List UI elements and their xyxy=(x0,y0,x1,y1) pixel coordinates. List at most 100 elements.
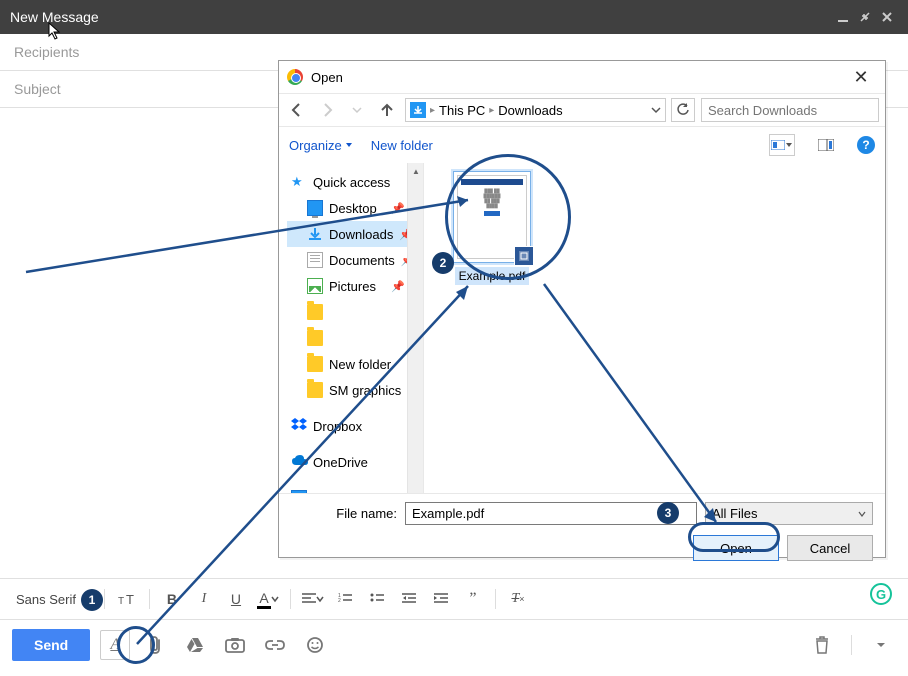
close-button[interactable] xyxy=(876,6,898,28)
underline-button[interactable]: U xyxy=(222,585,250,613)
italic-button[interactable]: I xyxy=(190,585,218,613)
downloads-drive-icon xyxy=(410,102,426,118)
file-list[interactable]: ███ ██████████ ███████ Example.pdf xyxy=(424,163,885,493)
discard-draft-button[interactable] xyxy=(807,630,837,660)
onedrive-icon xyxy=(291,454,307,470)
tree-this-pc[interactable]: This PC xyxy=(287,485,423,493)
annotation-badge-1: 1 xyxy=(81,589,103,611)
annotation-badge-2: 2 xyxy=(432,252,454,274)
open-file-dialog: Open ✕ ▸ This PC ▸ Downloads Organize Ne… xyxy=(278,60,886,558)
view-mode-button[interactable] xyxy=(769,134,795,156)
minimize-button[interactable] xyxy=(832,6,854,28)
nav-back-button[interactable] xyxy=(285,98,309,122)
file-name-label: File name: xyxy=(291,506,397,521)
insert-link-button[interactable] xyxy=(260,630,290,660)
search-box[interactable] xyxy=(701,98,879,122)
tree-folder-1[interactable] xyxy=(287,299,423,325)
send-row: Send A xyxy=(0,620,908,670)
tree-dropbox[interactable]: Dropbox xyxy=(287,413,423,439)
help-button[interactable]: ? xyxy=(857,136,875,154)
dropbox-icon xyxy=(291,418,307,434)
dialog-nav: ▸ This PC ▸ Downloads xyxy=(279,93,885,127)
file-type-select[interactable]: All Files xyxy=(705,502,873,525)
attach-file-button[interactable] xyxy=(140,630,170,660)
nav-forward-button[interactable] xyxy=(315,98,339,122)
breadcrumb-downloads[interactable]: Downloads xyxy=(498,103,562,118)
new-folder-button[interactable]: New folder xyxy=(371,138,433,153)
tree-new-folder[interactable]: New folder xyxy=(287,351,423,377)
more-options-button[interactable] xyxy=(866,630,896,660)
remove-formatting-button[interactable]: T× xyxy=(504,585,532,613)
star-icon: ★ xyxy=(291,174,307,190)
pin-icon: 📌 xyxy=(391,280,405,293)
bold-button[interactable]: B xyxy=(158,585,186,613)
pdf-badge-icon xyxy=(514,246,534,266)
tree-scrollbar[interactable]: ▲ xyxy=(407,163,423,493)
tree-documents[interactable]: Documents📌 xyxy=(287,247,423,273)
nav-recent-button[interactable] xyxy=(345,98,369,122)
compose-titlebar: New Message xyxy=(0,0,908,34)
pin-icon: 📌 xyxy=(391,202,405,215)
dialog-close-button[interactable]: ✕ xyxy=(845,67,877,88)
file-label: Example.pdf xyxy=(455,267,530,285)
tree-onedrive[interactable]: OneDrive xyxy=(287,449,423,475)
svg-text:T: T xyxy=(118,596,124,606)
chevron-down-icon xyxy=(316,595,324,603)
folder-icon xyxy=(307,304,323,320)
font-size-button[interactable]: TT xyxy=(113,585,141,613)
cursor-icon xyxy=(48,22,62,40)
refresh-button[interactable] xyxy=(671,98,695,122)
file-name-input[interactable] xyxy=(405,502,697,525)
numbered-list-button[interactable]: 12 xyxy=(331,585,359,613)
text-color-button[interactable]: A xyxy=(254,585,282,613)
folder-tree: ★Quick access Desktop📌 Downloads📌 Docume… xyxy=(279,163,424,493)
folder-icon xyxy=(307,356,323,372)
send-button[interactable]: Send xyxy=(12,629,90,661)
svg-text:T: T xyxy=(126,592,134,606)
breadcrumb-this-pc[interactable]: This PC xyxy=(439,103,485,118)
file-example-pdf[interactable]: ███ ██████████ ███████ Example.pdf xyxy=(446,171,538,285)
folder-icon xyxy=(307,382,323,398)
tree-downloads[interactable]: Downloads📌 xyxy=(287,221,423,247)
formatting-toggle-button[interactable]: A xyxy=(100,630,130,660)
tree-quick-access[interactable]: ★Quick access xyxy=(287,169,423,195)
open-button[interactable]: Open xyxy=(693,535,779,561)
pictures-icon xyxy=(307,278,323,294)
downloads-icon xyxy=(307,226,323,242)
chevron-right-icon: ▸ xyxy=(430,105,435,116)
grammarly-icon[interactable]: G xyxy=(870,583,892,605)
indent-more-button[interactable] xyxy=(427,585,455,613)
folder-icon xyxy=(307,330,323,346)
monitor-icon xyxy=(291,490,307,493)
chrome-icon xyxy=(287,69,303,85)
nav-up-button[interactable] xyxy=(375,98,399,122)
dialog-titlebar: Open ✕ xyxy=(279,61,885,93)
dialog-toolbar: Organize New folder ? xyxy=(279,127,885,163)
indent-less-button[interactable] xyxy=(395,585,423,613)
insert-emoji-button[interactable] xyxy=(300,630,330,660)
svg-text:2: 2 xyxy=(338,598,341,604)
preview-pane-button[interactable] xyxy=(813,134,839,156)
insert-photo-button[interactable] xyxy=(220,630,250,660)
tree-sm-graphics[interactable]: SM graphics xyxy=(287,377,423,403)
tree-folder-2[interactable] xyxy=(287,325,423,351)
search-input[interactable] xyxy=(708,103,884,118)
popout-button[interactable] xyxy=(854,6,876,28)
tree-desktop[interactable]: Desktop📌 xyxy=(287,195,423,221)
align-button[interactable] xyxy=(299,585,327,613)
cancel-button[interactable]: Cancel xyxy=(787,535,873,561)
documents-icon xyxy=(307,252,323,268)
bulleted-list-button[interactable] xyxy=(363,585,391,613)
quote-button[interactable]: ” xyxy=(459,585,487,613)
tree-pictures[interactable]: Pictures📌 xyxy=(287,273,423,299)
formatting-toolbar: Sans Serif TT B I U A 12 ” T× G xyxy=(0,578,908,620)
dialog-footer: File name: All Files Open Cancel xyxy=(279,493,885,573)
breadcrumb[interactable]: ▸ This PC ▸ Downloads xyxy=(405,98,666,122)
desktop-icon xyxy=(307,200,323,216)
chevron-down-icon[interactable] xyxy=(651,105,661,115)
dialog-title: Open xyxy=(311,70,343,85)
organize-menu[interactable]: Organize xyxy=(289,138,353,153)
insert-drive-button[interactable] xyxy=(180,630,210,660)
chevron-right-icon: ▸ xyxy=(489,105,494,116)
annotation-badge-3: 3 xyxy=(657,502,679,524)
